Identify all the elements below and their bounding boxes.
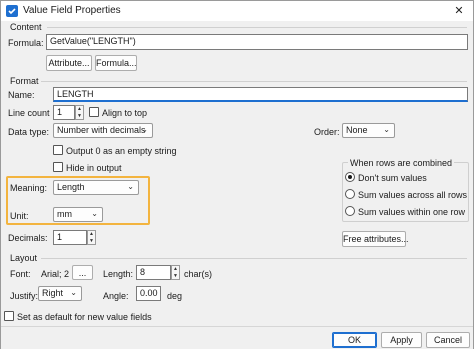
order-select[interactable]: None ⌄ [342,123,395,138]
length-spinner[interactable]: ▲ ▼ [171,265,180,280]
unit-label: Unit: [10,211,29,221]
formula-field[interactable]: GetValue("LENGTH") [46,34,468,50]
content-divider [47,27,467,28]
layout-divider [41,258,467,259]
window-title: Value Field Properties [23,5,121,16]
font-value: Arial; 2 [41,269,70,279]
app-icon [6,5,18,17]
meaning-select[interactable]: Length ⌄ [53,180,139,195]
format-divider [41,81,467,82]
line-count-spinner[interactable]: ▲ ▼ [75,105,84,120]
chevron-down-icon: ⌄ [70,288,77,297]
title-bar: Value Field Properties ✕ [1,1,473,21]
data-type-select[interactable]: Number with decimals ⌄ [53,123,153,138]
spin-down-icon[interactable]: ▼ [76,113,83,120]
radio-sum-one-row[interactable] [345,206,355,216]
radio-dont-sum[interactable] [345,172,355,182]
content-group-title: Content [10,22,42,32]
chevron-down-icon: ⌄ [383,125,390,134]
font-label: Font: [10,269,31,279]
meaning-label: Meaning: [10,183,48,193]
order-label: Order: [314,127,340,137]
data-type-label: Data type: [8,127,50,137]
name-input[interactable]: LENGTH [53,87,468,102]
output-zero-checkbox[interactable] [53,145,63,155]
close-icon[interactable]: ✕ [449,3,469,19]
spin-up-icon[interactable]: ▲ [76,106,83,113]
order-value: None [346,125,368,135]
spin-up-icon[interactable]: ▲ [88,231,95,238]
meaning-value: Length [57,182,85,192]
set-default-label: Set as default for new value fields [17,312,152,322]
combine-group-title: When rows are combined [348,158,455,168]
ok-button[interactable]: OK [332,332,377,348]
value-field-properties-dialog: Value Field Properties ✕ Content Formula… [0,0,474,349]
line-count-input[interactable]: 1 [53,105,75,120]
chevron-down-icon: ⌄ [127,182,134,191]
attribute-button[interactable]: Attribute... [46,55,92,71]
line-count-label: Line count [8,108,50,118]
justify-label: Justify: [10,291,39,301]
hide-in-output-checkbox[interactable] [53,162,63,172]
decimals-spinner[interactable]: ▲ ▼ [87,230,96,245]
justify-select[interactable]: Right ⌄ [38,286,82,301]
align-to-top-checkbox[interactable] [89,107,99,117]
unit-select[interactable]: mm ⌄ [53,207,103,222]
chevron-down-icon: ⌄ [91,209,98,218]
length-unit: char(s) [184,269,213,279]
free-attributes-button[interactable]: Free attributes... [342,231,409,247]
unit-value: mm [57,209,72,219]
format-group-title: Format [10,76,39,86]
radio-dont-sum-label: Don't sum values [358,173,427,183]
spin-down-icon[interactable]: ▼ [88,238,95,245]
font-picker-button[interactable]: ... [72,265,93,280]
length-label: Length: [103,269,134,279]
apply-button[interactable]: Apply [381,332,422,348]
angle-label: Angle: [103,291,129,301]
set-default-checkbox[interactable] [4,311,14,321]
chevron-down-icon: ⌄ [141,125,148,134]
name-label: Name: [8,90,35,100]
radio-sum-one-row-label: Sum values within one row [358,207,466,217]
angle-unit: deg [167,291,183,301]
justify-value: Right [42,288,64,298]
layout-group-title: Layout [10,253,38,263]
formula-button[interactable]: Formula... [95,55,137,71]
radio-sum-all-rows-label: Sum values across all rows [358,190,468,200]
length-input[interactable]: 8 [136,265,171,280]
cancel-button[interactable]: Cancel [426,332,470,348]
data-type-value: Number with decimals [57,125,146,135]
spin-up-icon[interactable]: ▲ [172,266,179,273]
hide-in-output-label: Hide in output [66,163,122,173]
decimals-label: Decimals: [8,233,48,243]
radio-sum-all-rows[interactable] [345,189,355,199]
formula-label: Formula: [8,38,44,48]
decimals-input[interactable]: 1 [53,230,87,245]
output-zero-label: Output 0 as an empty string [66,146,177,156]
align-to-top-label: Align to top [102,108,148,118]
spin-down-icon[interactable]: ▼ [172,273,179,280]
angle-input[interactable]: 0.00 [136,286,161,301]
